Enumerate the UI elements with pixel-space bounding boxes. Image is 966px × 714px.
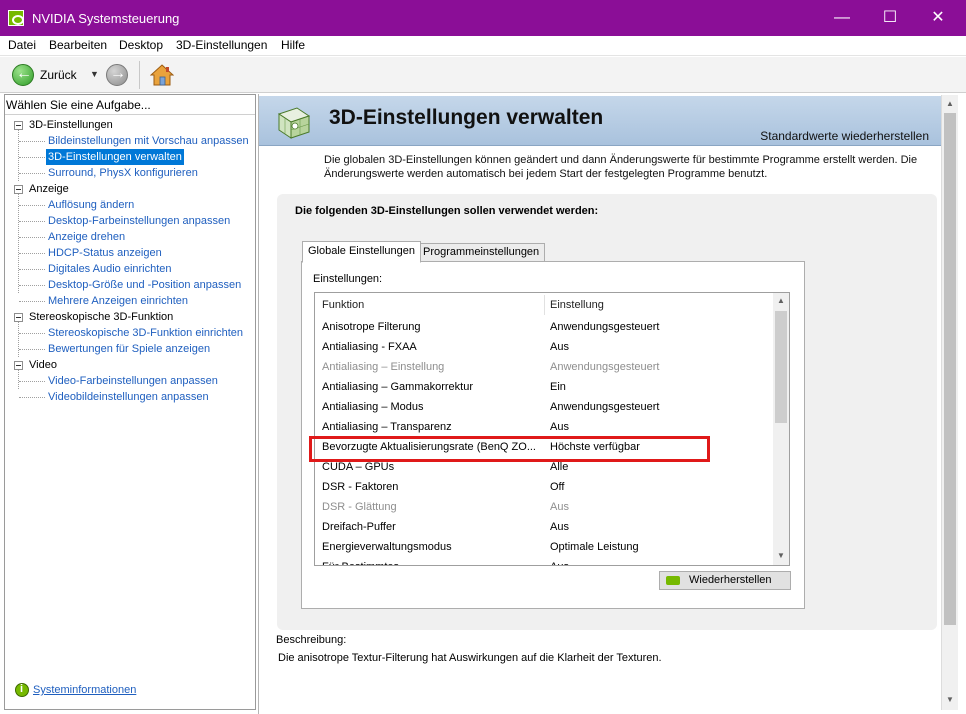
- back-button-label[interactable]: Zurück: [40, 68, 77, 82]
- tree-item-videobild[interactable]: Videobildeinstellungen anpassen: [5, 389, 255, 405]
- table-row[interactable]: DSR - Faktoren Off: [315, 477, 773, 497]
- menu-datei[interactable]: Datei: [8, 38, 36, 52]
- page-scrollbar-thumb[interactable]: [944, 113, 956, 625]
- toolbar-separator: [139, 61, 140, 89]
- table-row[interactable]: Dreifach-Puffer Aus: [315, 517, 773, 537]
- restore-button[interactable]: Wiederherstellen: [659, 571, 791, 590]
- tree-item-bewertungen[interactable]: Bewertungen für Spiele anzeigen: [5, 341, 255, 357]
- tree-category-anzeige[interactable]: Anzeige: [5, 181, 255, 197]
- history-dropdown-icon[interactable]: ▼: [90, 69, 99, 79]
- restore-defaults-link[interactable]: Standardwerte wiederherstellen: [760, 129, 929, 143]
- tree-category-stereo[interactable]: Stereoskopische 3D-Funktion: [5, 309, 255, 325]
- tree-item-anzeige-drehen[interactable]: Anzeige drehen: [5, 229, 255, 245]
- list-scrollbar-thumb[interactable]: [775, 311, 787, 423]
- tree-item-stereo-einrichten[interactable]: Stereoskopische 3D-Funktion einrichten: [5, 325, 255, 341]
- back-arrow-icon[interactable]: [12, 64, 34, 86]
- tree-item-video-farbe[interactable]: Video-Farbeinstellungen anpassen: [5, 373, 255, 389]
- menu-3d-einstellungen[interactable]: 3D-Einstellungen: [176, 38, 267, 52]
- table-row[interactable]: Antialiasing - FXAA Aus: [315, 337, 773, 357]
- table-row[interactable]: Antialiasing – Transparenz Aus: [315, 417, 773, 437]
- header-divider: [5, 114, 255, 115]
- tree-category-3d[interactable]: 3D-Einstellungen: [5, 117, 255, 133]
- menu-desktop[interactable]: Desktop: [119, 38, 163, 52]
- toolbar: Zurück ▼: [0, 57, 966, 93]
- nvidia-eye-icon: [666, 576, 680, 585]
- system-info-icon[interactable]: [15, 683, 29, 697]
- home-icon[interactable]: [150, 63, 174, 87]
- tab-global-settings[interactable]: Globale Einstellungen: [302, 241, 422, 263]
- scroll-down-icon[interactable]: ▼: [946, 695, 954, 704]
- collapse-icon[interactable]: [14, 313, 23, 322]
- minimize-button[interactable]: —: [818, 0, 866, 36]
- collapse-icon[interactable]: [14, 121, 23, 130]
- table-row[interactable]: Anisotrope Filterung Anwendungsgesteuert: [315, 317, 773, 337]
- tree-item-desktop-groesse[interactable]: Desktop-Größe und -Position anpassen: [5, 277, 255, 293]
- table-row[interactable]: Energieverwaltungsmodus Optimale Leistung: [315, 537, 773, 557]
- list-scroll-up-icon[interactable]: ▲: [777, 296, 785, 305]
- task-panel: Wählen Sie eine Aufgabe... 3D-Einstellun…: [4, 94, 256, 710]
- highlight-box: [309, 436, 710, 462]
- tree-item-aufloesung[interactable]: Auflösung ändern: [5, 197, 255, 213]
- maximize-button[interactable]: ☐: [866, 0, 914, 36]
- list-scroll-down-icon[interactable]: ▼: [777, 551, 785, 560]
- tree-item-mehrere-anzeigen[interactable]: Mehrere Anzeigen einrichten: [5, 293, 255, 309]
- 3d-cube-icon: [277, 107, 311, 139]
- menu-bearbeiten[interactable]: Bearbeiten: [49, 38, 107, 52]
- tree-item-3d-verwalten[interactable]: 3D-Einstellungen verwalten: [5, 149, 255, 165]
- menu-hilfe[interactable]: Hilfe: [281, 38, 305, 52]
- window-title: NVIDIA Systemsteuerung: [32, 11, 180, 26]
- page-banner: 3D-Einstellungen verwalten Standardwerte…: [259, 96, 941, 146]
- task-panel-header: Wählen Sie eine Aufgabe...: [6, 98, 151, 112]
- intro-text: Die globalen 3D-Einstellungen können geä…: [324, 154, 918, 180]
- table-row[interactable]: DSR - Glättung Aus: [315, 497, 773, 517]
- page-title: 3D-Einstellungen verwalten: [329, 106, 604, 129]
- collapse-icon[interactable]: [14, 361, 23, 370]
- table-row[interactable]: Antialiasing – Modus Anwendungsgesteuert: [315, 397, 773, 417]
- table-row[interactable]: Antialiasing – Gammakorrektur Ein: [315, 377, 773, 397]
- list-scrollbar[interactable]: ▲ ▼: [773, 293, 789, 565]
- page-scrollbar[interactable]: ▲ ▼: [941, 95, 958, 710]
- column-header-function[interactable]: Funktion: [322, 293, 542, 317]
- settings-list[interactable]: Funktion Einstellung Anisotrope Filterun…: [314, 292, 790, 566]
- system-info-link[interactable]: Systeminformationen: [33, 684, 136, 696]
- title-bar: NVIDIA Systemsteuerung — ☐ ✕: [0, 0, 966, 36]
- menu-bar: Datei Bearbeiten Desktop 3D-Einstellunge…: [0, 36, 966, 56]
- table-row[interactable]: Antialiasing – Einstellung Anwendungsgest…: [315, 357, 773, 377]
- tree-item-hdcp[interactable]: HDCP-Status anzeigen: [5, 245, 255, 261]
- close-button[interactable]: ✕: [914, 0, 962, 36]
- nvidia-app-icon: [8, 10, 24, 26]
- tree-item-surround[interactable]: Surround, PhysX konfigurieren: [5, 165, 255, 181]
- tab-program-settings[interactable]: Programmeinstellungen: [417, 243, 546, 262]
- description-text: Die anisotrope Textur-Filterung hat Ausw…: [278, 652, 662, 664]
- tree-item-bildeinstellungen[interactable]: Bildeinstellungen mit Vorschau anpassen: [5, 133, 255, 149]
- description-label: Beschreibung:: [276, 634, 347, 646]
- column-divider[interactable]: [544, 295, 545, 315]
- section-heading: Die folgenden 3D-Einstellungen sollen ve…: [295, 205, 599, 217]
- forward-arrow-icon[interactable]: [106, 64, 128, 86]
- tree-item-desktop-farbe[interactable]: Desktop-Farbeinstellungen anpassen: [5, 213, 255, 229]
- scroll-up-icon[interactable]: ▲: [946, 99, 954, 108]
- column-header-setting[interactable]: Einstellung: [550, 293, 770, 317]
- table-row[interactable]: Für Bestimmtes...Aus: [315, 557, 773, 565]
- collapse-icon[interactable]: [14, 185, 23, 194]
- settings-label: Einstellungen:: [313, 273, 383, 285]
- tree-category-video[interactable]: Video: [5, 357, 255, 373]
- tree-item-digitales-audio[interactable]: Digitales Audio einrichten: [5, 261, 255, 277]
